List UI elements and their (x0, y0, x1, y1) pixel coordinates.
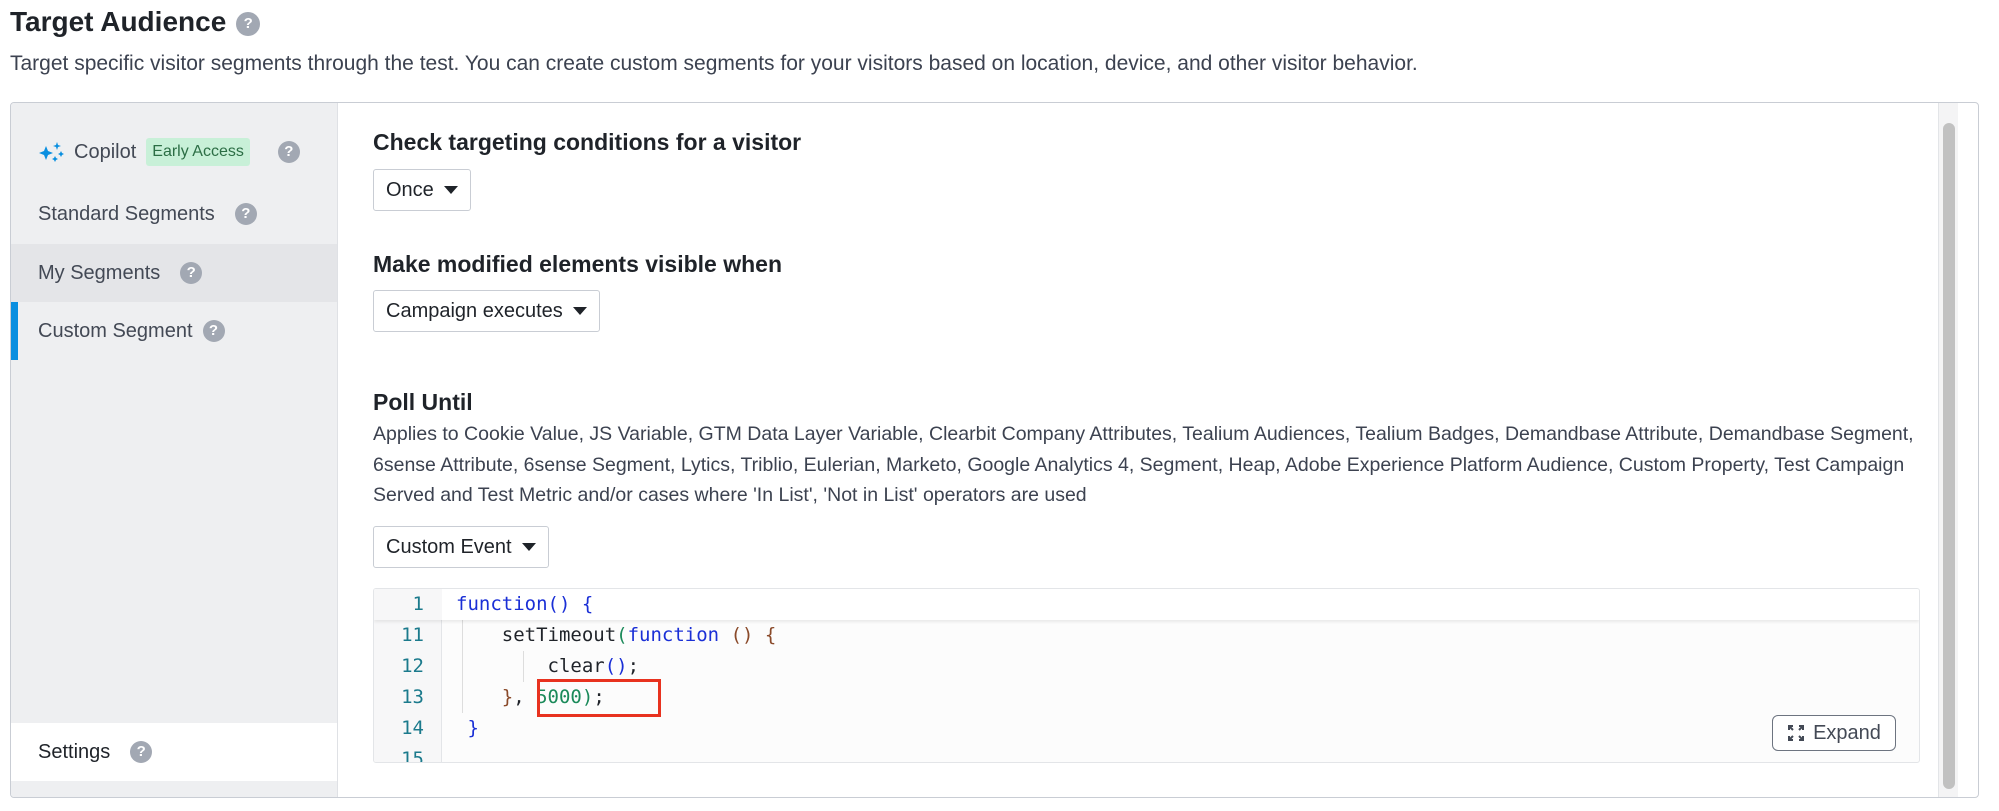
sidebar-item-standard-segments[interactable]: Standard Segments? (11, 185, 337, 243)
early-access-badge: Early Access (146, 138, 250, 166)
sidebar: Copilot Early Access ? Standard Segments… (11, 103, 338, 797)
line-number: 13 (401, 686, 424, 708)
scrollbar[interactable] (1938, 103, 1958, 797)
sidebar-item-label: Copilot (74, 140, 137, 163)
expand-label: Expand (1813, 721, 1881, 744)
help-icon[interactable]: ? (202, 320, 225, 342)
help-icon[interactable]: ? (234, 203, 257, 225)
help-icon[interactable]: ? (277, 141, 300, 163)
sidebar-item-label: Standard Segments (38, 202, 215, 225)
line-number: 15 (401, 748, 424, 763)
help-icon[interactable]: ? (180, 262, 203, 284)
sticky-first-line: 1 function() { (374, 589, 1919, 620)
line-number: 11 (401, 624, 424, 646)
code-line: setTimeout(function () { (456, 624, 777, 646)
poll-until-description: Applies to Cookie Value, JS Variable, GT… (373, 423, 1914, 507)
caret-down-icon (572, 307, 587, 315)
sidebar-item-label: My Segments (38, 261, 161, 284)
expand-button[interactable]: Expand (1772, 715, 1896, 751)
poll-until-dropdown[interactable]: Custom Event (373, 526, 549, 568)
title-text: Target Audience (10, 6, 227, 37)
page-title: Target Audience? (10, 6, 261, 38)
caret-down-icon (443, 186, 458, 194)
dropdown-value: Campaign executes (386, 299, 563, 322)
help-icon[interactable]: ? (236, 11, 261, 36)
code-line: function() { (456, 593, 594, 615)
sidebar-item-copilot[interactable]: Copilot Early Access ? (11, 123, 337, 181)
line-number: 12 (401, 655, 424, 677)
target-audience-panel: Copilot Early Access ? Standard Segments… (10, 102, 1979, 798)
sidebar-item-settings[interactable]: Settings? (11, 723, 337, 781)
visible-when-heading: Make modified elements visible when (373, 251, 783, 277)
sidebar-item-label: Settings (38, 740, 111, 763)
dropdown-value: Custom Event (386, 535, 512, 558)
code-line: clear(); (456, 655, 640, 677)
sidebar-item-label: Custom Segment (38, 319, 193, 342)
caret-down-icon (521, 543, 536, 551)
page-description: Target specific visitor segments through… (10, 52, 1418, 75)
sparkle-icon (39, 142, 64, 162)
dropdown-value: Once (386, 178, 434, 201)
sidebar-item-custom-segment[interactable]: Custom Segment? (11, 302, 337, 360)
code-editor[interactable]: 1 function() { 11 12 13 14 15 setTimeout… (373, 588, 1920, 763)
help-icon[interactable]: ? (130, 741, 153, 763)
line-number: 1 (374, 589, 442, 620)
code-line: } (456, 717, 479, 739)
scrollbar-thumb[interactable] (1943, 123, 1955, 789)
check-conditions-dropdown[interactable]: Once (373, 169, 471, 211)
sidebar-item-my-segments[interactable]: My Segments? (11, 244, 337, 302)
expand-icon (1788, 725, 1805, 741)
line-number: 14 (401, 717, 424, 739)
poll-until-heading: Poll Until (373, 389, 473, 415)
visible-when-dropdown[interactable]: Campaign executes (373, 290, 600, 332)
check-conditions-heading: Check targeting conditions for a visitor (373, 129, 802, 155)
highlight-annotation-box (537, 679, 661, 717)
